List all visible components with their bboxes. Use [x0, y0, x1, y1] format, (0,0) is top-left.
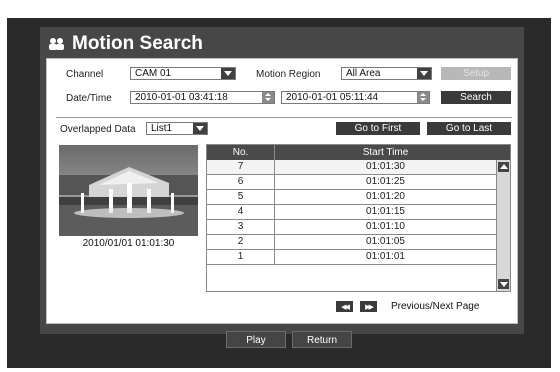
cell-start-time: 01:01:20: [366, 191, 405, 202]
table-row[interactable]: 6 01:01:25: [207, 175, 496, 190]
channel-value: CAM 01: [135, 68, 172, 79]
cell-start-time: 01:01:25: [366, 176, 405, 187]
column-header-no: No.: [207, 145, 275, 160]
cell-no: 5: [207, 190, 275, 204]
fast-forward-icon: ▶▶: [365, 303, 374, 311]
overlapped-data-value: List1: [151, 123, 173, 134]
scroll-up-icon[interactable]: [498, 162, 509, 172]
table-scrollbar[interactable]: [496, 160, 510, 291]
cell-no: 3: [207, 220, 275, 234]
thumbnail-timestamp: 2010/01/01 01:01:30: [82, 238, 175, 249]
play-button[interactable]: Play: [226, 331, 286, 348]
channel-select[interactable]: CAM 01: [130, 67, 236, 80]
table-row[interactable]: 7 01:01:30: [207, 160, 496, 175]
motion-region-value: All Area: [346, 68, 381, 79]
motion-region-select[interactable]: All Area: [341, 67, 432, 80]
overlapped-data-label: Overlapped Data: [60, 124, 136, 135]
cell-start-time: 01:01:01: [366, 251, 405, 262]
end-datetime-field[interactable]: 2010-01-01 05:11:44: [281, 91, 430, 104]
results-table: No. Start Time 7 01:01:30 6 01:01:25 5 0…: [206, 144, 511, 292]
end-datetime-value: 2010-01-01 05:11:44: [286, 92, 379, 103]
table-row[interactable]: 2 01:01:05: [207, 235, 496, 250]
video-thumbnail[interactable]: [59, 145, 198, 236]
cell-no: 7: [207, 160, 275, 174]
cell-no: 1: [207, 250, 275, 264]
channel-label: Channel: [66, 69, 104, 80]
datetime-label: Date/Time: [66, 93, 112, 104]
page-title: Motion Search: [72, 33, 203, 54]
rewind-icon: ◀◀: [341, 303, 350, 311]
window-title: Motion Search: [48, 33, 203, 55]
start-datetime-field[interactable]: 2010-01-01 03:41:18: [130, 91, 275, 104]
users-icon: [49, 38, 64, 50]
cell-start-time: 01:01:30: [366, 161, 405, 172]
motion-region-label: Motion Region: [256, 69, 321, 80]
previous-page-button[interactable]: ◀◀: [336, 301, 353, 312]
scroll-down-icon[interactable]: [498, 279, 509, 289]
cell-no: 4: [207, 205, 275, 219]
chevron-down-icon[interactable]: [221, 68, 235, 79]
cell-no: 6: [207, 175, 275, 189]
table-row[interactable]: 1 01:01:01: [207, 250, 496, 265]
divider: [56, 117, 512, 118]
return-button[interactable]: Return: [292, 331, 352, 348]
search-button[interactable]: Search: [441, 91, 511, 104]
table-row[interactable]: 4 01:01:15: [207, 205, 496, 220]
column-header-start-time: Start Time: [362, 147, 409, 158]
chevron-down-icon[interactable]: [417, 68, 431, 79]
cell-start-time: 01:01:05: [366, 236, 405, 247]
cell-start-time: 01:01:15: [366, 206, 405, 217]
go-to-first-button[interactable]: Go to First: [336, 122, 420, 135]
thumbnail-image: [59, 145, 198, 236]
up-down-spinner-icon[interactable]: [417, 92, 429, 103]
chevron-down-icon[interactable]: [193, 123, 207, 134]
cell-no: 2: [207, 235, 275, 249]
table-row[interactable]: 5 01:01:20: [207, 190, 496, 205]
next-page-button[interactable]: ▶▶: [360, 301, 377, 312]
start-datetime-value: 2010-01-01 03:41:18: [135, 92, 228, 103]
cell-start-time: 01:01:10: [366, 221, 405, 232]
up-down-spinner-icon[interactable]: [262, 92, 274, 103]
overlapped-data-select[interactable]: List1: [146, 122, 208, 135]
table-header: No. Start Time: [207, 145, 510, 160]
table-row[interactable]: 3 01:01:10: [207, 220, 496, 235]
setup-button[interactable]: Setup: [441, 67, 511, 80]
go-to-last-button[interactable]: Go to Last: [427, 122, 511, 135]
pager-label: Previous/Next Page: [391, 301, 480, 312]
